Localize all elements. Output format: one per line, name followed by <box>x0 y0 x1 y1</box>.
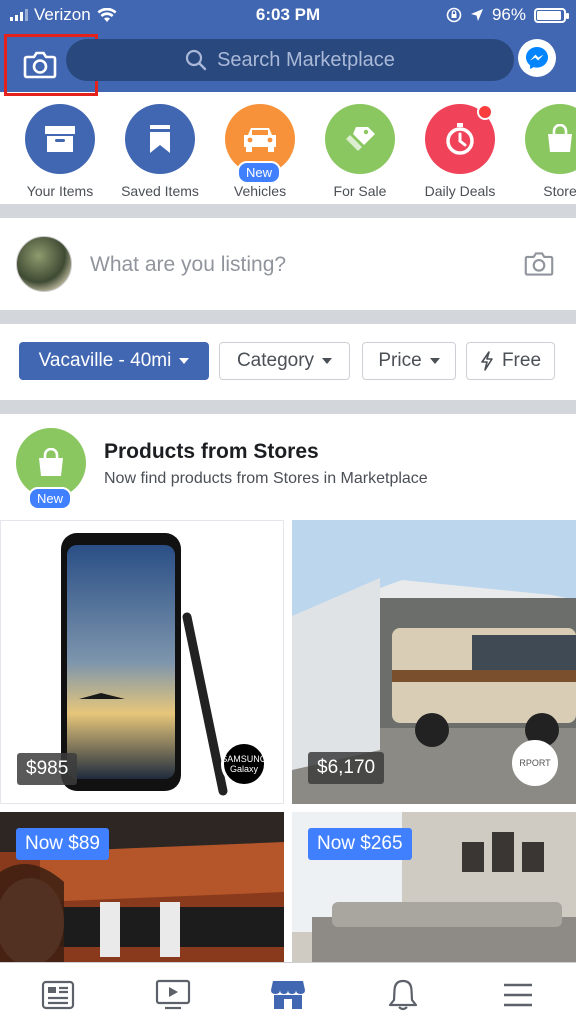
shopping-bag-icon <box>39 448 63 476</box>
category-daily-deals[interactable]: Daily Deals <box>405 104 515 199</box>
status-bar: Verizon 6:03 PM 96% <box>0 0 576 30</box>
location-filter-label: Vacaville - 40mi <box>38 350 172 371</box>
listing-price: $6,170 <box>308 752 385 784</box>
lightning-icon <box>481 351 493 371</box>
stopwatch-icon <box>446 123 474 155</box>
listing-price: $985 <box>17 753 78 785</box>
category-stores[interactable]: Store <box>505 104 576 199</box>
search-input[interactable]: Search Marketplace <box>66 39 514 81</box>
price-filter[interactable]: Price <box>362 342 456 380</box>
category-label: Saved Items <box>121 183 199 199</box>
section-divider <box>0 400 576 414</box>
stores-logo: New <box>16 428 86 510</box>
new-badge: New <box>28 487 73 510</box>
camera-icon <box>23 51 57 79</box>
search-icon <box>185 49 207 71</box>
tab-notifications[interactable] <box>383 977 423 1013</box>
composer-prompt: What are you listing? <box>90 253 287 276</box>
category-label: Store <box>543 183 576 199</box>
rotation-lock-icon <box>446 7 462 23</box>
bell-icon <box>388 979 418 1011</box>
chevron-down-icon <box>429 358 440 364</box>
store-badge: SAMSUNG Galaxy <box>221 741 267 787</box>
tab-marketplace[interactable] <box>268 977 308 1013</box>
avatar <box>16 236 72 292</box>
listing-composer[interactable]: What are you listing? <box>0 218 576 310</box>
box-icon <box>45 126 75 152</box>
category-label: Daily Deals <box>424 183 496 199</box>
shopping-bag-icon <box>548 124 572 152</box>
section-subtitle: Now find products from Stores in Marketp… <box>104 470 428 487</box>
category-vehicles[interactable]: New Vehicles <box>205 104 315 199</box>
section-divider <box>0 310 576 324</box>
news-feed-icon <box>41 980 75 1010</box>
price-filter-label: Price <box>378 350 422 371</box>
store-badge: RPORT <box>512 740 558 786</box>
listing-card[interactable]: $985 SAMSUNG Galaxy <box>0 520 284 804</box>
video-icon <box>155 979 191 1010</box>
location-arrow-icon <box>470 9 483 21</box>
car-icon <box>244 128 276 152</box>
listing-card[interactable]: Now $265 <box>292 812 576 962</box>
search-placeholder: Search Marketplace <box>217 48 395 71</box>
category-circle <box>425 104 495 174</box>
bookmark-icon <box>150 125 170 153</box>
listing-price: Now $89 <box>16 828 109 860</box>
top-bar: Verizon 6:03 PM 96% Search Marketplace <box>0 0 576 96</box>
listing-card[interactable]: $6,170 RPORT <box>292 520 576 804</box>
stores-section-header[interactable]: New Products from Stores Now find produc… <box>0 414 576 518</box>
free-filter[interactable]: Free <box>466 342 555 380</box>
category-saved-items[interactable]: Saved Items <box>105 104 215 199</box>
messenger-icon <box>526 47 548 69</box>
composer-camera-button[interactable] <box>524 251 554 282</box>
new-badge: New <box>237 161 282 184</box>
marketplace-icon <box>271 981 305 1009</box>
category-circle <box>325 104 395 174</box>
category-filter-label: Category <box>236 350 315 371</box>
battery-icon <box>534 7 569 23</box>
category-your-items[interactable]: Your Items <box>5 104 115 199</box>
bottom-tab-bar <box>0 962 576 1024</box>
filter-bar: Vacaville - 40mi Category Price Free <box>0 324 576 400</box>
category-label: Your Items <box>26 183 94 199</box>
status-right: 96% <box>446 5 569 25</box>
category-filter[interactable]: Category <box>219 342 350 380</box>
category-label: For Sale <box>333 183 387 199</box>
chevron-down-icon <box>322 358 333 364</box>
category-circle <box>25 104 95 174</box>
free-filter-label: Free <box>501 350 542 371</box>
tab-menu[interactable] <box>498 977 538 1013</box>
tab-watch[interactable] <box>153 977 193 1013</box>
notification-dot <box>477 104 493 120</box>
section-title: Products from Stores <box>104 440 319 463</box>
category-circle: New <box>225 104 295 184</box>
battery-percent: 96% <box>491 5 526 24</box>
messenger-button[interactable] <box>518 39 556 77</box>
category-label: Vehicles <box>233 183 287 199</box>
chevron-down-icon <box>179 358 190 364</box>
tag-icon <box>346 127 375 151</box>
category-for-sale[interactable]: For Sale <box>305 104 415 199</box>
tab-news-feed[interactable] <box>38 977 78 1013</box>
location-filter[interactable]: Vacaville - 40mi <box>19 342 209 380</box>
section-divider <box>0 204 576 218</box>
listing-card[interactable]: Now $89 <box>0 812 284 962</box>
category-shortcuts: Your Items Saved Items New Vehicles For … <box>0 100 576 204</box>
listing-price: Now $265 <box>308 828 412 860</box>
category-circle <box>125 104 195 174</box>
hamburger-menu-icon <box>504 983 532 1007</box>
camera-icon <box>524 252 554 276</box>
category-circle <box>525 104 576 174</box>
